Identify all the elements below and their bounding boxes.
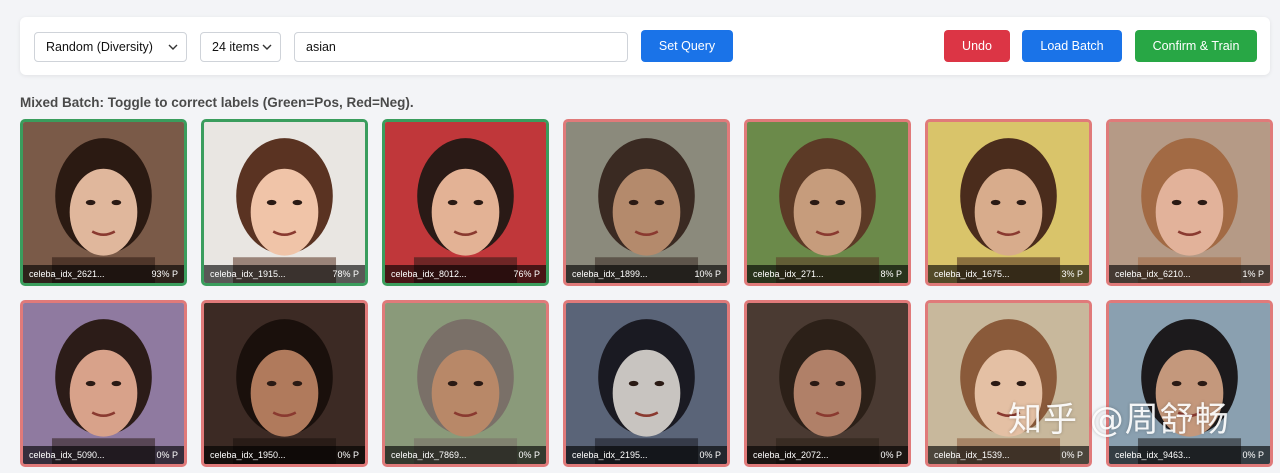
- image-card[interactable]: celeba_idx_2195... 0% P: [563, 300, 730, 467]
- chevron-down-icon: [168, 44, 178, 50]
- face-thumbnail: [1109, 122, 1270, 283]
- card-caption: celeba_idx_8012... 76% P: [385, 265, 546, 283]
- batch-instructions-heading: Mixed Batch: Toggle to correct labels (G…: [20, 95, 414, 110]
- image-id-label: celeba_idx_6210...: [1115, 269, 1191, 279]
- face-thumbnail: [23, 122, 184, 283]
- image-card[interactable]: celeba_idx_271... 8% P: [744, 119, 911, 286]
- probability-label: 78% P: [332, 269, 359, 279]
- face-thumbnail: [928, 122, 1089, 283]
- image-id-label: celeba_idx_1539...: [934, 450, 1010, 460]
- image-id-label: celeba_idx_2195...: [572, 450, 648, 460]
- control-toolbar: Random (Diversity) 24 items Set Query Un…: [20, 17, 1270, 75]
- image-id-label: celeba_idx_9463...: [1115, 450, 1191, 460]
- card-caption: celeba_idx_1950... 0% P: [204, 446, 365, 464]
- image-id-label: celeba_idx_1915...: [210, 269, 286, 279]
- image-card[interactable]: celeba_idx_1675... 3% P: [925, 119, 1092, 286]
- card-caption: celeba_idx_2621... 93% P: [23, 265, 184, 283]
- card-caption: celeba_idx_271... 8% P: [747, 265, 908, 283]
- batch-size-select[interactable]: 24 items: [200, 32, 281, 62]
- load-batch-button[interactable]: Load Batch: [1022, 30, 1122, 62]
- image-card[interactable]: celeba_idx_9463... 0% P: [1106, 300, 1273, 467]
- image-id-label: celeba_idx_1675...: [934, 269, 1010, 279]
- probability-label: 0% P: [337, 450, 359, 460]
- probability-label: 76% P: [513, 269, 540, 279]
- sampling-strategy-value: Random (Diversity): [46, 40, 153, 54]
- card-caption: celeba_idx_1899... 10% P: [566, 265, 727, 283]
- image-id-label: celeba_idx_8012...: [391, 269, 467, 279]
- face-thumbnail: [385, 122, 546, 283]
- card-caption: celeba_idx_1915... 78% P: [204, 265, 365, 283]
- card-caption: celeba_idx_5090... 0% P: [23, 446, 184, 464]
- image-card[interactable]: celeba_idx_1915... 78% P: [201, 119, 368, 286]
- probability-label: 3% P: [1061, 269, 1083, 279]
- confirm-train-button[interactable]: Confirm & Train: [1135, 30, 1257, 62]
- image-id-label: celeba_idx_1899...: [572, 269, 648, 279]
- probability-label: 0% P: [1061, 450, 1083, 460]
- face-thumbnail: [204, 122, 365, 283]
- image-id-label: celeba_idx_2072...: [753, 450, 829, 460]
- image-card[interactable]: celeba_idx_2072... 0% P: [744, 300, 911, 467]
- face-thumbnail: [385, 303, 546, 464]
- image-card[interactable]: celeba_idx_6210... 1% P: [1106, 119, 1273, 286]
- watermark: 知乎 @周舒畅: [1008, 400, 1230, 440]
- undo-button[interactable]: Undo: [944, 30, 1010, 62]
- batch-size-value: 24 items: [212, 40, 260, 54]
- card-caption: celeba_idx_7869... 0% P: [385, 446, 546, 464]
- face-thumbnail: [204, 303, 365, 464]
- probability-label: 8% P: [880, 269, 902, 279]
- image-card[interactable]: celeba_idx_1899... 10% P: [563, 119, 730, 286]
- image-card[interactable]: celeba_idx_5090... 0% P: [20, 300, 187, 467]
- probability-label: 0% P: [518, 450, 540, 460]
- image-card[interactable]: celeba_idx_8012... 76% P: [382, 119, 549, 286]
- face-thumbnail: [23, 303, 184, 464]
- image-id-label: celeba_idx_1950...: [210, 450, 286, 460]
- card-caption: celeba_idx_2072... 0% P: [747, 446, 908, 464]
- card-caption: celeba_idx_1675... 3% P: [928, 265, 1089, 283]
- probability-label: 0% P: [699, 450, 721, 460]
- probability-label: 93% P: [151, 269, 178, 279]
- face-thumbnail: [566, 122, 727, 283]
- image-card[interactable]: celeba_idx_1950... 0% P: [201, 300, 368, 467]
- image-id-label: celeba_idx_5090...: [29, 450, 105, 460]
- probability-label: 0% P: [880, 450, 902, 460]
- query-input[interactable]: [294, 32, 628, 62]
- image-card[interactable]: celeba_idx_1539... 0% P: [925, 300, 1092, 467]
- image-id-label: celeba_idx_271...: [753, 269, 824, 279]
- face-thumbnail: [747, 122, 908, 283]
- probability-label: 10% P: [694, 269, 721, 279]
- card-caption: celeba_idx_6210... 1% P: [1109, 265, 1270, 283]
- image-id-label: celeba_idx_7869...: [391, 450, 467, 460]
- set-query-button[interactable]: Set Query: [641, 30, 733, 62]
- probability-label: 0% P: [156, 450, 178, 460]
- probability-label: 0% P: [1242, 450, 1264, 460]
- card-caption: celeba_idx_2195... 0% P: [566, 446, 727, 464]
- face-thumbnail: [566, 303, 727, 464]
- sampling-strategy-select[interactable]: Random (Diversity): [34, 32, 187, 62]
- card-caption: celeba_idx_1539... 0% P: [928, 446, 1089, 464]
- image-id-label: celeba_idx_2621...: [29, 269, 105, 279]
- chevron-down-icon: [262, 44, 272, 50]
- image-card[interactable]: celeba_idx_2621... 93% P: [20, 119, 187, 286]
- image-card[interactable]: celeba_idx_7869... 0% P: [382, 300, 549, 467]
- probability-label: 1% P: [1242, 269, 1264, 279]
- card-caption: celeba_idx_9463... 0% P: [1109, 446, 1270, 464]
- face-thumbnail: [747, 303, 908, 464]
